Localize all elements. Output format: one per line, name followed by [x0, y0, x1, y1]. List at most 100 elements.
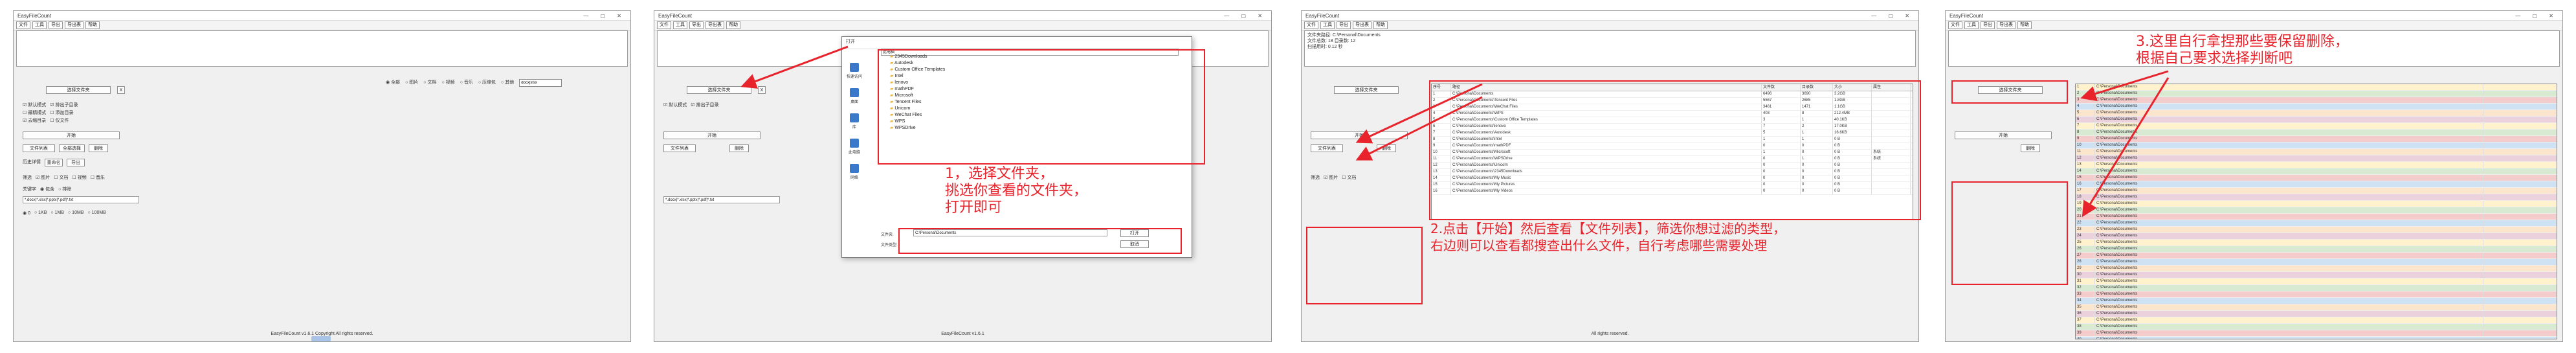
table-row[interactable]: 10 C:\Personal\Documents: [2076, 142, 2557, 149]
rename-button[interactable]: 重命名: [45, 159, 63, 166]
table-row[interactable]: 12 C:\Personal\Documents: [2076, 155, 2557, 162]
table-row[interactable]: 28 C:\Personal\Documents: [2076, 259, 2557, 266]
table-row[interactable]: 22 C:\Personal\Documents: [2076, 220, 2557, 227]
delete-button[interactable]: 删除: [729, 144, 749, 152]
rad-exclude[interactable]: 排除: [58, 186, 71, 192]
table-row[interactable]: 11 C:\Personal\Documents: [2076, 149, 2557, 155]
size-1kb[interactable]: 1KB: [34, 211, 47, 216]
table-row[interactable]: 32 C:\Personal\Documents: [2076, 285, 2557, 291]
opt-exclude-sub[interactable]: 排出子目录: [691, 102, 718, 108]
menu-file[interactable]: 文件: [1948, 21, 1962, 29]
table-row[interactable]: 21 C:\Personal\Documents: [2076, 214, 2557, 220]
radio-video[interactable]: 视频: [441, 79, 455, 87]
table-row[interactable]: 36 C:\Personal\Documents: [2076, 311, 2557, 317]
menu-tools[interactable]: 工具: [1320, 21, 1335, 29]
menu-file[interactable]: 文件: [1304, 21, 1318, 29]
path-info-textarea[interactable]: 文件夹路径: C:\Personal\Documents 文件总数: 18 目录…: [1304, 30, 1916, 67]
menu-tools[interactable]: 工具: [673, 21, 687, 29]
table-row[interactable]: 4 C:\Personal\Documents: [2076, 104, 2557, 110]
table-row[interactable]: 8 C:\Personal\Documents: [2076, 130, 2557, 136]
table-row[interactable]: 1 C:\Personal\Documents: [2076, 84, 2557, 91]
menu-export[interactable]: 导出: [1337, 21, 1351, 29]
size-100mb[interactable]: 100MB: [87, 211, 106, 216]
table-row[interactable]: 20 C:\Personal\Documents: [2076, 207, 2557, 214]
delete-button[interactable]: 删除: [2021, 144, 2040, 152]
nav-this-pc[interactable]: 此电脑: [845, 139, 864, 155]
chk-music[interactable]: 音乐: [91, 174, 105, 181]
select-folder-button[interactable]: 选择文件夹: [1334, 86, 1399, 94]
radio-other[interactable]: 其他: [501, 79, 514, 87]
opt-file-only[interactable]: 仅文件: [50, 117, 69, 124]
nav-library[interactable]: 库: [845, 113, 864, 130]
start-button[interactable]: 开始: [1311, 131, 1408, 139]
table-row[interactable]: 25 C:\Personal\Documents: [2076, 240, 2557, 246]
table-row[interactable]: 16 C:\Personal\Documents: [2076, 181, 2557, 188]
clear-button[interactable]: X: [758, 86, 766, 94]
menu-help[interactable]: 帮助: [85, 21, 100, 29]
nav-quick-access[interactable]: 快速访问: [845, 63, 864, 79]
menu-file[interactable]: 文件: [657, 21, 671, 29]
chk-image[interactable]: 图片: [36, 174, 50, 181]
radio-music[interactable]: 音乐: [460, 79, 473, 87]
table-row[interactable]: 33 C:\Personal\Documents: [2076, 291, 2557, 298]
select-all-button[interactable]: 全部选择: [59, 144, 85, 152]
opt-fine[interactable]: 最精模式: [23, 109, 46, 116]
scrollbar-thumb[interactable]: [311, 336, 331, 341]
opt-default[interactable]: 默认模式: [663, 102, 687, 108]
table-row[interactable]: 7 C:\Personal\Documents: [2076, 123, 2557, 130]
table-row[interactable]: 38 C:\Personal\Documents: [2076, 324, 2557, 330]
radio-all[interactable]: 全部: [386, 79, 400, 87]
radio-doc[interactable]: 文档: [423, 79, 436, 87]
radio-archive[interactable]: 压缩包: [478, 79, 496, 87]
nav-desktop[interactable]: 桌面: [845, 88, 864, 104]
table-row[interactable]: 23 C:\Personal\Documents: [2076, 227, 2557, 233]
menu-export-table[interactable]: 导出表: [1997, 21, 2015, 29]
table-row[interactable]: 37 C:\Personal\Documents: [2076, 317, 2557, 324]
table-row[interactable]: 35 C:\Personal\Documents: [2076, 304, 2557, 311]
table-row[interactable]: 34 C:\Personal\Documents: [2076, 298, 2557, 304]
opt-default[interactable]: 默认模式: [23, 102, 46, 108]
path-textarea[interactable]: [16, 30, 628, 67]
table-row[interactable]: 13 C:\Personal\Documents: [2076, 162, 2557, 168]
export-button[interactable]: 导出: [67, 159, 85, 166]
chk-doc[interactable]: 文档: [54, 174, 68, 181]
window-controls[interactable]: — ▢ ✕: [2515, 13, 2559, 19]
table-row[interactable]: 39 C:\Personal\Documents: [2076, 330, 2557, 337]
select-folder-button[interactable]: 选择文件夹: [46, 86, 111, 94]
nav-network[interactable]: 网络: [845, 164, 864, 180]
table-row[interactable]: 6 C:\Personal\Documents: [2076, 117, 2557, 123]
table-row[interactable]: 19 C:\Personal\Documents: [2076, 201, 2557, 207]
pattern-input[interactable]: *.docx|*.xlsx|*.pptx|*.pdf|*.txt: [663, 196, 780, 203]
table-row[interactable]: 14 C:\Personal\Documents: [2076, 168, 2557, 175]
table-row[interactable]: 5 C:\Personal\Documents: [2076, 110, 2557, 117]
menu-help[interactable]: 帮助: [726, 21, 740, 29]
size-1mb[interactable]: 1MB: [50, 211, 64, 216]
menu-export-table[interactable]: 导出表: [1353, 21, 1371, 29]
file-list-button[interactable]: 文件列表: [1311, 144, 1343, 152]
clear-button[interactable]: X: [117, 86, 125, 94]
table-row[interactable]: 3 C:\Personal\Documents: [2076, 97, 2557, 104]
window-controls[interactable]: — ▢ ✕: [1871, 13, 1915, 19]
size-0[interactable]: 0: [23, 211, 30, 216]
menu-export[interactable]: 导出: [689, 21, 704, 29]
menu-help[interactable]: 帮助: [1373, 21, 1388, 29]
file-list-button[interactable]: 文件列表: [663, 144, 696, 152]
file-list-button[interactable]: 文件列表: [23, 144, 55, 152]
radio-image[interactable]: 图片: [405, 79, 418, 87]
table-row[interactable]: 30 C:\Personal\Documents: [2076, 272, 2557, 279]
table-row[interactable]: 31 C:\Personal\Documents: [2076, 279, 2557, 285]
table-row[interactable]: 27 C:\Personal\Documents: [2076, 253, 2557, 259]
start-button[interactable]: 开始: [23, 131, 120, 139]
table-row[interactable]: 18 C:\Personal\Documents: [2076, 194, 2557, 201]
menu-export[interactable]: 导出: [1981, 21, 1995, 29]
ext-search-input[interactable]: [519, 79, 562, 87]
menu-help[interactable]: 帮助: [2017, 21, 2032, 29]
opt-shrink[interactable]: 去缩目录: [23, 117, 46, 124]
table-row[interactable]: 15 C:\Personal\Documents: [2076, 175, 2557, 181]
table-row[interactable]: 26 C:\Personal\Documents: [2076, 246, 2557, 253]
menu-export[interactable]: 导出: [49, 21, 63, 29]
table-row[interactable]: 24 C:\Personal\Documents: [2076, 233, 2557, 240]
table-row[interactable]: 40 C:\Personal\Documents: [2076, 337, 2557, 339]
delete-button[interactable]: 删除: [89, 144, 108, 152]
chk-video[interactable]: 视频: [72, 174, 87, 181]
